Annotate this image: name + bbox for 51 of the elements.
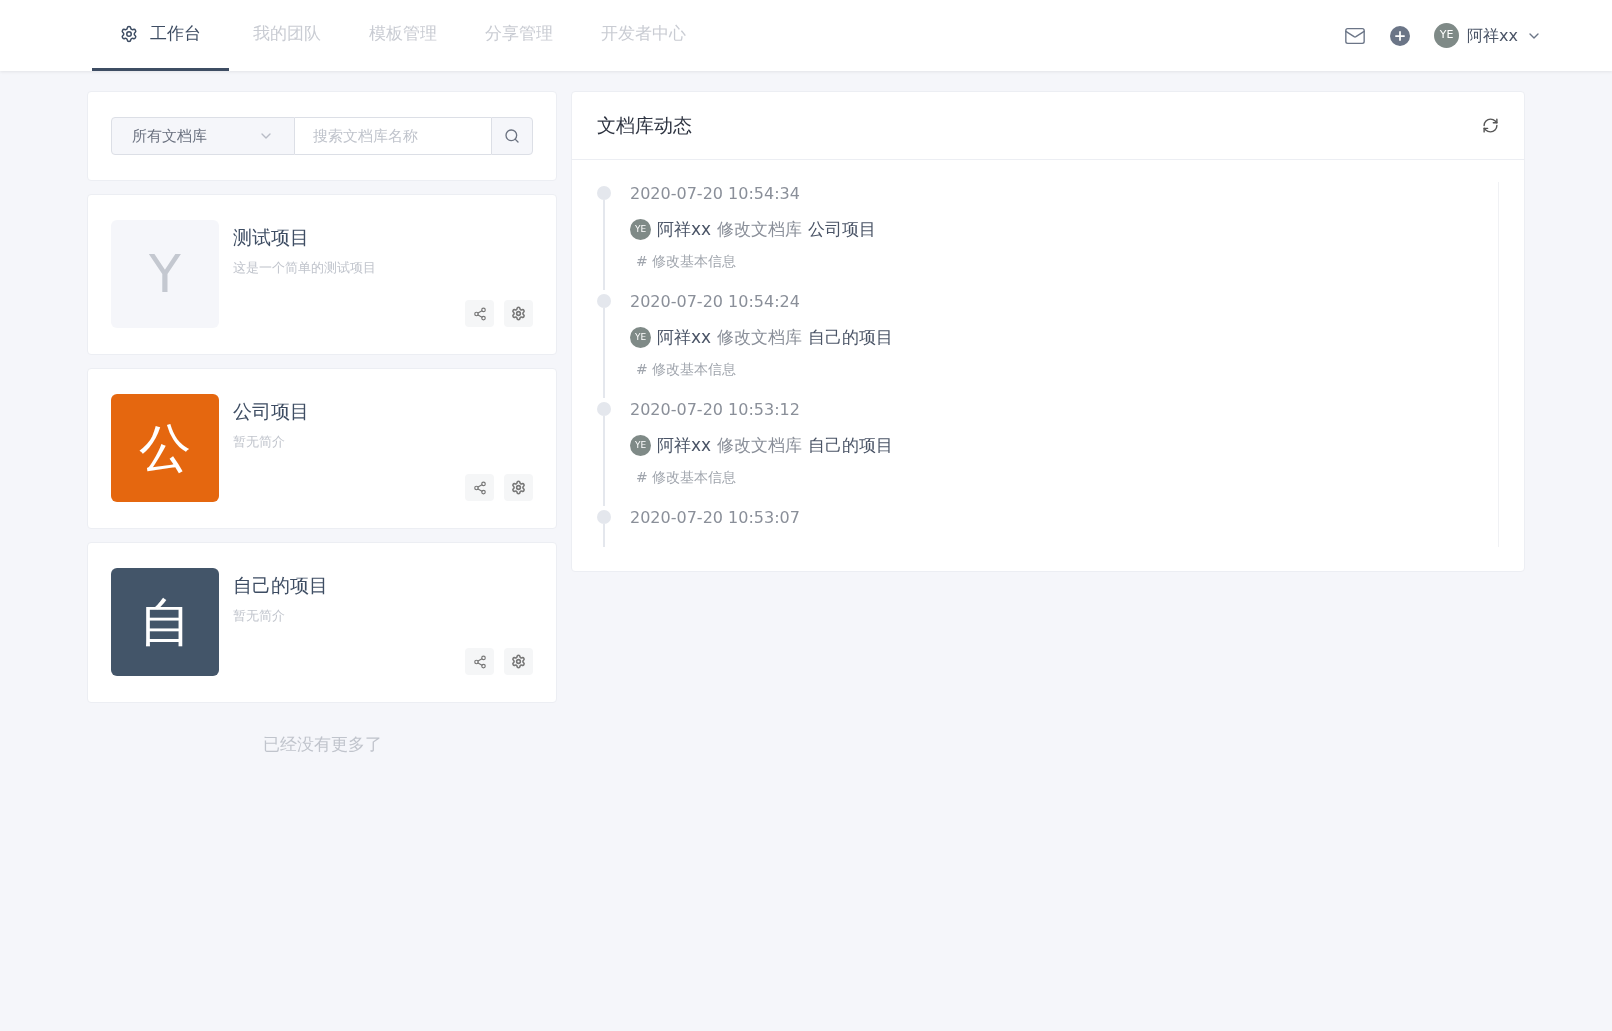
settings-button[interactable] <box>504 648 533 675</box>
user-name: 阿祥xx <box>657 326 712 349</box>
timestamp: 2020-07-20 10:53:12 <box>630 399 801 421</box>
search-icon <box>504 128 520 144</box>
target-name: 公司项目 <box>808 218 877 241</box>
library-select[interactable]: 所有文档库 <box>111 117 295 155</box>
gear-icon <box>511 480 526 495</box>
timestamp: 2020-07-20 10:54:34 <box>630 183 801 205</box>
target-name: 自己的项目 <box>808 326 894 349</box>
user-avatar: YE <box>630 327 651 349</box>
user-avatar: YE <box>630 219 651 241</box>
action-text: 修改文档库 <box>717 326 803 349</box>
user-name: 阿祥xx <box>657 218 712 241</box>
project-avatar: 公 <box>111 394 219 502</box>
project-description: 暂无简介 <box>233 432 286 451</box>
user-avatar: YE <box>630 435 651 457</box>
timestamp: 2020-07-20 10:54:24 <box>630 291 801 313</box>
search-field[interactable]: 搜索文档库名称 <box>295 117 491 155</box>
project-name[interactable]: 测试项目 <box>233 223 533 252</box>
project-description: 暂无简介 <box>233 606 286 625</box>
user-name: 阿祥xx <box>657 434 712 457</box>
refresh-icon[interactable] <box>1482 117 1499 134</box>
gear-icon <box>511 654 526 669</box>
action-text: 修改文档库 <box>717 434 803 457</box>
user-avatar[interactable]: YE <box>1434 23 1460 48</box>
share-button[interactable] <box>465 648 494 675</box>
share-icon <box>472 480 487 495</box>
search-button[interactable] <box>491 117 533 155</box>
project-card[interactable]: 自 自己的项目 暂无简介 <box>87 542 557 703</box>
share-button[interactable] <box>465 474 494 501</box>
settings-button[interactable] <box>504 474 533 501</box>
panel-title: 文档库动态 <box>597 113 692 139</box>
share-icon <box>472 654 487 669</box>
gear-icon <box>511 306 526 321</box>
add-icon[interactable] <box>1390 25 1411 46</box>
user-name[interactable]: 阿祥xx <box>1467 23 1518 48</box>
change-detail: # 修改基本信息 <box>636 467 738 487</box>
nav-tab[interactable]: 工作台 <box>92 0 229 71</box>
share-icon <box>472 306 487 321</box>
settings-button[interactable] <box>504 300 533 327</box>
project-name[interactable]: 公司项目 <box>233 397 533 426</box>
change-detail: # 修改基本信息 <box>636 359 738 379</box>
project-avatar: 自 <box>111 568 219 676</box>
settings-icon <box>120 25 138 43</box>
project-name[interactable]: 自己的项目 <box>233 571 533 600</box>
target-name: 自己的项目 <box>808 434 894 457</box>
timestamp: 2020-07-20 10:53:07 <box>630 507 800 529</box>
action-text: 修改文档库 <box>717 218 803 241</box>
share-button[interactable] <box>465 300 494 327</box>
project-card[interactable]: 公 公司项目 暂无简介 <box>87 368 557 529</box>
change-detail: # 修改基本信息 <box>636 251 738 271</box>
